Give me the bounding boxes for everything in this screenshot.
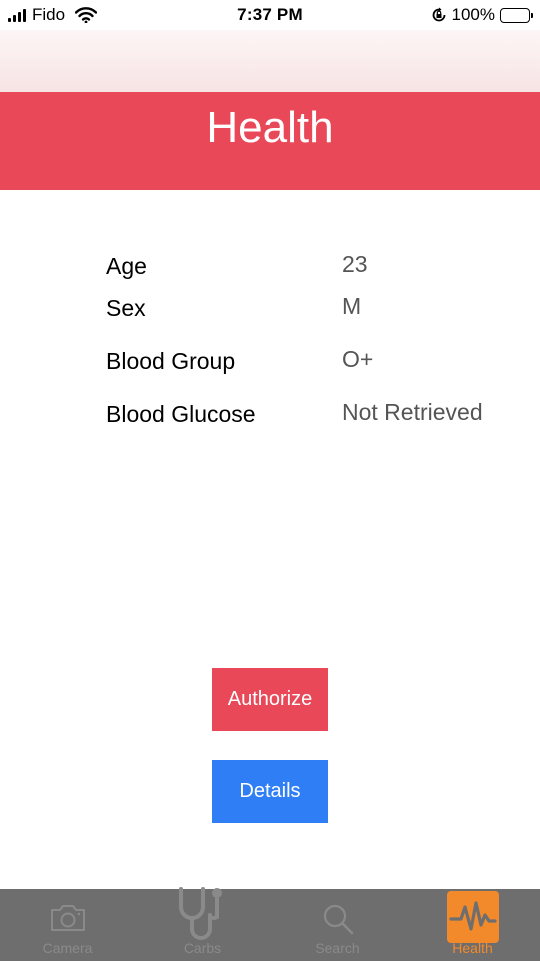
info-row-age: Age 23 xyxy=(0,251,540,285)
tab-carbs[interactable]: Carbs xyxy=(135,887,270,961)
age-value: 23 xyxy=(342,251,368,277)
details-button[interactable]: Details xyxy=(212,760,328,823)
stethoscope-icon xyxy=(178,887,222,940)
tab-search[interactable]: Search xyxy=(270,889,405,961)
blood-glucose-value: Not Retrieved xyxy=(342,399,483,425)
blood-group-value: O+ xyxy=(342,346,374,372)
info-row-blood-glucose: Blood Glucose Not Retrieved xyxy=(0,399,540,433)
blood-group-label: Blood Group xyxy=(106,348,236,374)
tab-label-camera: Camera xyxy=(42,940,93,956)
status-bar: Fido 7:37 PM 100% xyxy=(0,0,540,30)
authorize-button[interactable]: Authorize xyxy=(212,668,328,731)
status-right: 100% xyxy=(431,5,533,25)
navigation-spacer xyxy=(0,30,540,92)
tab-health[interactable]: Health xyxy=(405,889,540,961)
age-label: Age xyxy=(106,253,147,279)
heartbeat-icon xyxy=(446,891,499,943)
tab-bar: Camera Carbs Search Health xyxy=(0,887,540,961)
page-title: Health xyxy=(206,103,334,152)
tab-label-health: Health xyxy=(452,940,493,956)
sex-value: M xyxy=(342,293,362,319)
battery-percent: 100% xyxy=(451,5,495,24)
blood-glucose-label: Blood Glucose xyxy=(106,401,256,427)
battery-icon xyxy=(500,7,533,23)
rotation-lock-icon xyxy=(432,7,445,22)
info-row-sex: Sex M xyxy=(0,293,540,327)
info-row-blood-group: Blood Group O+ xyxy=(0,346,540,380)
tab-camera[interactable]: Camera xyxy=(0,889,135,961)
search-icon xyxy=(323,904,353,935)
camera-icon xyxy=(50,905,85,931)
tab-label-search: Search xyxy=(315,940,360,956)
tab-label-carbs: Carbs xyxy=(183,940,222,956)
sex-label: Sex xyxy=(106,295,146,321)
page-header: Health xyxy=(0,92,540,190)
